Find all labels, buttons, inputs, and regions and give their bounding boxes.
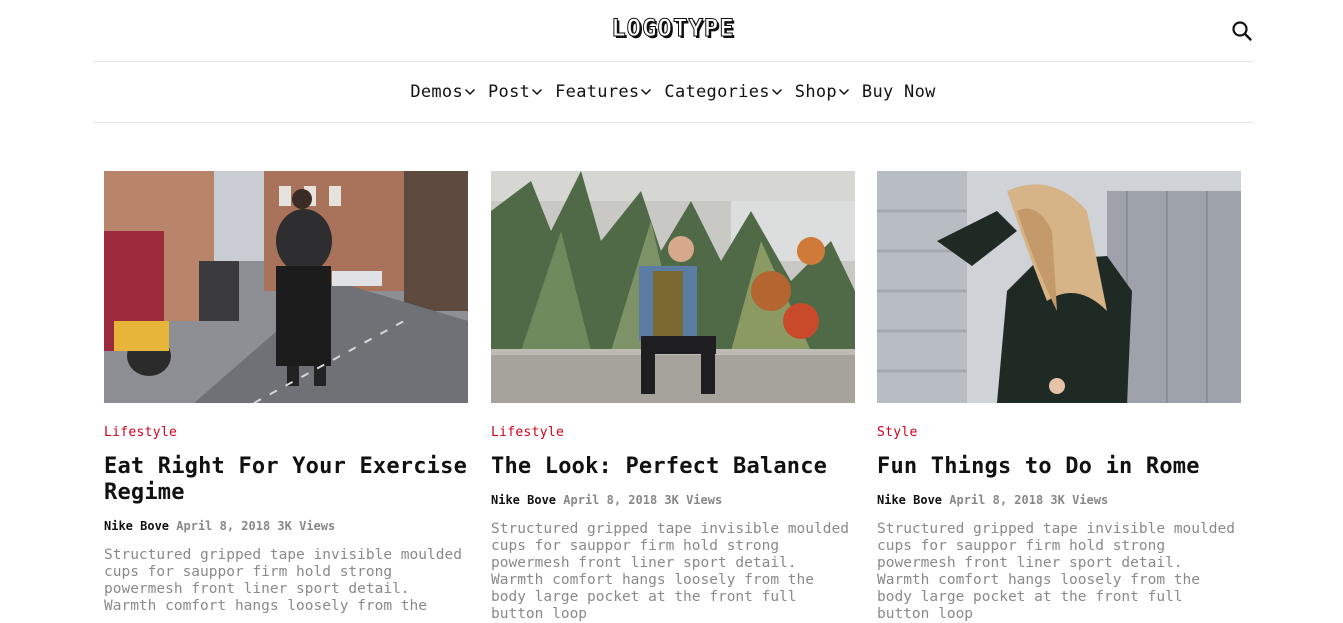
nav-label: Post bbox=[488, 82, 531, 102]
nav-item-buy-now[interactable]: Buy Now bbox=[862, 82, 936, 102]
post-title[interactable]: The Look: Perfect Balance bbox=[491, 454, 855, 480]
post-category[interactable]: Style bbox=[877, 425, 1241, 440]
nav-label: Categories bbox=[664, 82, 770, 102]
chevron-down-icon bbox=[771, 88, 782, 96]
post-card: Lifestyle The Look: Perfect Balance Nike… bbox=[491, 171, 855, 623]
nav-item-categories[interactable]: Categories bbox=[664, 82, 782, 102]
post-title[interactable]: Fun Things to Do in Rome bbox=[877, 454, 1241, 480]
post-meta: Nike Bove April 8, 2018 3K Views bbox=[877, 493, 1241, 507]
post-author[interactable]: Nike Bove bbox=[877, 493, 942, 507]
main-nav: Demos Post Features Categories Shop Buy … bbox=[93, 62, 1253, 123]
chevron-down-icon bbox=[838, 88, 849, 96]
post-image-plants[interactable] bbox=[491, 171, 855, 403]
post-date: April 8, 2018 bbox=[563, 493, 658, 507]
nav-label: Shop bbox=[794, 82, 837, 102]
nav-item-demos[interactable]: Demos bbox=[410, 82, 476, 102]
post-author[interactable]: Nike Bove bbox=[104, 519, 169, 533]
post-views: 3K Views bbox=[277, 519, 336, 533]
post-category[interactable]: Lifestyle bbox=[491, 425, 855, 440]
logo[interactable]: LOGOTYPE bbox=[93, 14, 1253, 43]
post-excerpt: Structured gripped tape invisible moulde… bbox=[491, 521, 849, 622]
post-views: 3K Views bbox=[1050, 493, 1109, 507]
nav-label: Features bbox=[555, 82, 640, 102]
chevron-down-icon bbox=[532, 88, 543, 96]
post-excerpt: Structured gripped tape invisible moulde… bbox=[877, 521, 1235, 622]
post-excerpt: Structured gripped tape invisible moulde… bbox=[104, 547, 462, 614]
nav-item-post[interactable]: Post bbox=[488, 82, 543, 102]
site-header: LOGOTYPE bbox=[93, 0, 1253, 62]
post-author[interactable]: Nike Bove bbox=[491, 493, 556, 507]
chevron-down-icon bbox=[641, 88, 652, 96]
post-meta: Nike Bove April 8, 2018 3K Views bbox=[491, 493, 855, 507]
post-date: April 8, 2018 bbox=[176, 519, 271, 533]
post-category[interactable]: Lifestyle bbox=[104, 425, 468, 440]
post-card: Lifestyle Eat Right For Your Exercise Re… bbox=[104, 171, 468, 615]
post-meta: Nike Bove April 8, 2018 3K Views bbox=[104, 519, 468, 533]
post-image-street[interactable] bbox=[104, 171, 468, 403]
post-views: 3K Views bbox=[664, 493, 723, 507]
post-title[interactable]: Eat Right For Your Exercise Regime bbox=[104, 454, 468, 506]
post-date: April 8, 2018 bbox=[949, 493, 1044, 507]
chevron-down-icon bbox=[464, 88, 476, 96]
nav-label: Buy Now bbox=[861, 82, 936, 102]
nav-label: Demos bbox=[410, 82, 463, 102]
post-image-woman[interactable] bbox=[877, 171, 1241, 403]
nav-item-shop[interactable]: Shop bbox=[795, 82, 850, 102]
post-card: Style Fun Things to Do in Rome Nike Bove… bbox=[877, 171, 1241, 623]
nav-item-features[interactable]: Features bbox=[555, 82, 652, 102]
search-icon[interactable] bbox=[1231, 20, 1253, 42]
